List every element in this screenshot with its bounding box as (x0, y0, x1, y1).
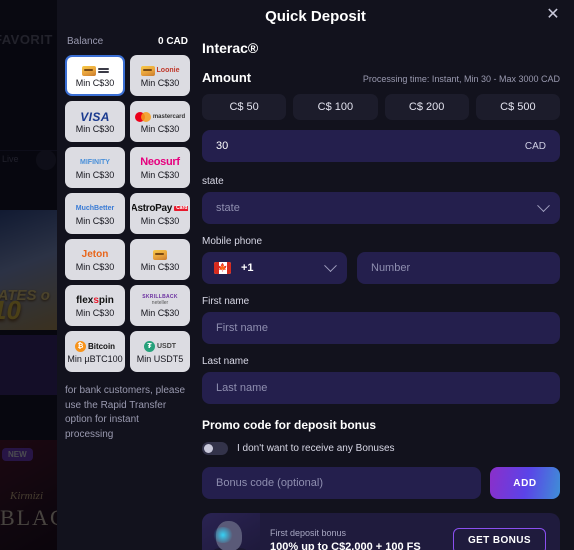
usdt-logo-icon: ₮ USDT (143, 339, 176, 354)
close-icon[interactable]: ✕ (542, 4, 564, 26)
get-bonus-button[interactable]: GET BONUS (452, 527, 546, 550)
canada-flag-icon: 🍁 (214, 262, 231, 274)
payment-method-flexspin[interactable]: flexspin Min C$30 (65, 285, 125, 326)
chevron-down-icon (537, 198, 550, 212)
payment-method-min: Min C$30 (140, 308, 180, 318)
flexspin-logo-icon: flexspin (76, 294, 114, 306)
interac-logo-icon (81, 63, 109, 78)
payment-method-interac[interactable]: Min C$30 (65, 55, 125, 96)
payment-method-astropay[interactable]: AstroPay Card Min C$30 (130, 193, 190, 234)
balance-row: Balance 0 CAD (65, 32, 190, 55)
bitcoin-logo-icon: ₿ Bitcoin (74, 339, 115, 354)
amount-input-value: 30 (216, 140, 229, 152)
page-title: Quick Deposit (265, 7, 366, 25)
bonus-banner-text: First deposit bonus 100% up to C$2,000 +… (270, 528, 443, 550)
first-name-label: First name (202, 296, 250, 307)
astropay-logo-icon: AstroPay Card (130, 202, 188, 214)
neosurf-logo-icon: Neosurf (140, 156, 180, 168)
payment-method-min: Min C$30 (75, 308, 115, 318)
modal-header: Quick Deposit ✕ (57, 0, 574, 32)
payment-method-skrill-neteller[interactable]: SKRILLBACK neteller Min C$30 (130, 285, 190, 326)
payment-method-min: Min C$30 (140, 216, 180, 226)
payment-method-interac-etransfer[interactable]: Min C$30 (130, 239, 190, 280)
payment-method-mastercard[interactable]: mastercard Min C$30 (130, 101, 190, 142)
jeton-logo-icon: Jeton (81, 248, 109, 260)
payment-method-bitcoin[interactable]: ₿ Bitcoin Min µBTC100 (65, 331, 125, 372)
bank-customers-note: for bank customers, please use the Rapid… (65, 385, 186, 440)
state-select[interactable]: state (202, 192, 560, 224)
mifinity-logo-icon: MIFINITY (80, 159, 110, 166)
amount-label: Amount (202, 70, 252, 85)
amount-currency-label: CAD (524, 140, 546, 152)
mastercard-logo-icon: mastercard (134, 109, 185, 124)
mobile-phone-row: 🍁 +1 Number (202, 252, 560, 284)
payment-method-min: Min C$30 (75, 216, 115, 226)
loonie-logo-icon: Loonie (140, 63, 179, 78)
payment-method-visa[interactable]: VISA Min C$30 (65, 101, 125, 142)
payment-method-muchbetter[interactable]: MuchBetter Min C$30 (65, 193, 125, 234)
phone-number-input[interactable]: Number (357, 252, 560, 284)
payment-method-min: Min C$30 (140, 78, 180, 88)
state-label: state (202, 176, 224, 187)
payment-methods-panel: Balance 0 CAD Min C$30 Loonie Min C$30 V… (57, 32, 196, 550)
amount-chip-500[interactable]: C$ 500 (475, 94, 560, 120)
payment-method-usdt[interactable]: ₮ USDT Min USDT5 (130, 331, 190, 372)
bonus-character-icon (202, 513, 260, 550)
balance-label: Balance (67, 36, 104, 47)
promo-code-row: Bonus code (optional) ADD (202, 467, 560, 499)
amount-header-row: Amount Processing time: Instant, Min 30 … (202, 70, 560, 85)
chevron-down-icon (324, 258, 337, 272)
payment-method-min: Min µBTC100 (67, 354, 123, 364)
payment-method-mifinity[interactable]: MIFINITY Min C$30 (65, 147, 125, 188)
payment-method-grid: Min C$30 Loonie Min C$30 VISA Min C$30 m… (65, 55, 190, 372)
no-bonus-toggle[interactable] (202, 442, 228, 455)
payment-method-neosurf[interactable]: Neosurf Min C$30 (130, 147, 190, 188)
first-name-input[interactable]: First name (202, 312, 560, 344)
state-select-value: state (216, 202, 240, 214)
last-name-input[interactable]: Last name (202, 372, 560, 404)
country-code-value: +1 (241, 262, 254, 274)
payment-method-min: Min C$30 (75, 124, 115, 134)
mobile-phone-label: Mobile phone (202, 236, 263, 247)
payment-method-loonie[interactable]: Loonie Min C$30 (130, 55, 190, 96)
first-deposit-bonus-banner[interactable]: First deposit bonus 100% up to C$2,000 +… (202, 513, 560, 550)
deposit-form: Interac® Amount Processing time: Instant… (196, 32, 574, 550)
promo-code-title: Promo code for deposit bonus (202, 418, 377, 432)
provider-title: Interac® (202, 40, 259, 56)
skrill-neteller-logo-icon: SKRILLBACK neteller (142, 294, 178, 306)
no-bonus-toggle-row: I don't want to receive any Bonuses (202, 442, 560, 455)
payment-method-min: Min C$30 (140, 170, 180, 180)
modal-body: Balance 0 CAD Min C$30 Loonie Min C$30 V… (57, 32, 574, 550)
payment-method-min: Min C$30 (140, 124, 180, 134)
muchbetter-logo-icon: MuchBetter (75, 205, 115, 212)
payment-method-min: Min USDT5 (136, 354, 184, 364)
payment-method-min: Min C$30 (75, 262, 115, 272)
balance-value: 0 CAD (157, 36, 188, 47)
bonus-banner-subtitle: First deposit bonus (270, 528, 347, 538)
add-bonus-code-button[interactable]: ADD (490, 467, 560, 499)
interac-etransfer-logo-icon (153, 247, 167, 262)
amount-chip-200[interactable]: C$ 200 (384, 94, 469, 120)
country-code-select[interactable]: 🍁 +1 (202, 252, 347, 284)
amount-input[interactable]: 30 CAD (202, 130, 560, 162)
quick-deposit-modal: Quick Deposit ✕ Balance 0 CAD Min C$30 L… (57, 0, 574, 550)
payment-method-min: Min C$30 (140, 262, 180, 272)
payment-method-min: Min C$30 (75, 78, 115, 88)
no-bonus-toggle-label: I don't want to receive any Bonuses (237, 443, 395, 454)
payment-method-jeton[interactable]: Jeton Min C$30 (65, 239, 125, 280)
bonus-code-input[interactable]: Bonus code (optional) (202, 467, 481, 499)
visa-logo-icon: VISA (80, 109, 110, 124)
amount-chip-100[interactable]: C$ 100 (293, 94, 378, 120)
payment-method-min: Min C$30 (75, 170, 115, 180)
bonus-banner-title: 100% up to C$2,000 + 100 FS (270, 541, 421, 550)
processing-time-text: Processing time: Instant, Min 30 - Max 3… (362, 74, 560, 84)
amount-preset-chips: C$ 50 C$ 100 C$ 200 C$ 500 (202, 94, 560, 120)
amount-chip-50[interactable]: C$ 50 (202, 94, 287, 120)
last-name-label: Last name (202, 356, 249, 367)
